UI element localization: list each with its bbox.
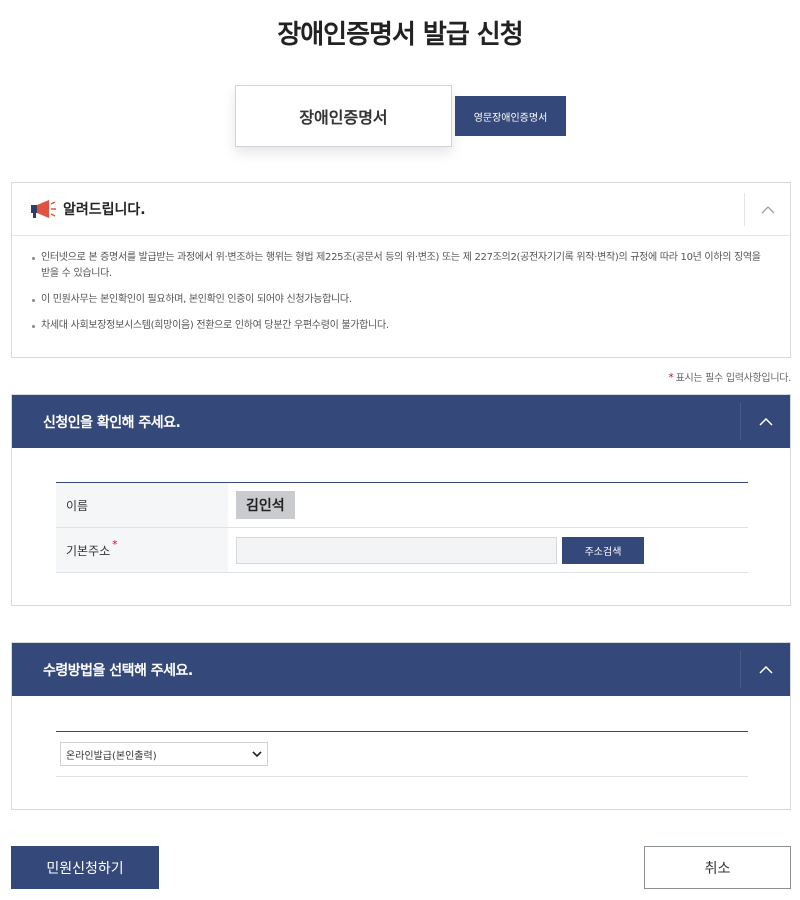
address-value-cell: 주소검색: [228, 536, 644, 564]
chevron-up-icon: [761, 205, 774, 213]
form-row-receive-method: 온라인발급(본인출력): [56, 732, 748, 777]
receive-section-title: 수령방법을 선택해 주세요.: [43, 662, 193, 679]
notice-item: 이 민원사무는 본인확인이 필요하며, 본인확인 인증이 되어야 신청가능합니다…: [32, 292, 770, 308]
notice-item: 차세대 사회보장정보시스템(희망이음) 전환으로 인하여 당분간 우편수령이 불…: [32, 318, 770, 334]
receive-method-select[interactable]: 온라인발급(본인출력): [60, 742, 268, 766]
address-label: 기본주소 *: [56, 528, 228, 572]
receive-section-header: 수령방법을 선택해 주세요.: [12, 643, 790, 696]
notice-title: 알려드립니다.: [63, 202, 146, 218]
receive-section: 수령방법을 선택해 주세요. 온라인발급(본인출력): [11, 642, 791, 810]
applicant-section-toggle[interactable]: [740, 403, 790, 440]
notice-box: 알려드립니다. 인터넷으로 본 증명서를 발급받는 과정에서 위·변조하는 행위…: [11, 182, 791, 358]
submit-application-button[interactable]: 민원신청하기: [11, 846, 159, 889]
chevron-down-icon: [247, 751, 267, 757]
name-value-cell: 김인석: [228, 491, 295, 519]
chevron-up-icon: [758, 665, 773, 674]
chevron-up-icon: [758, 417, 773, 426]
address-label-text: 기본주소: [66, 543, 111, 558]
tab-english-disability-certificate[interactable]: 영문장애인증명서: [455, 96, 566, 136]
receive-method-selected: 온라인발급(본인출력): [66, 750, 157, 762]
required-star: *: [668, 371, 674, 384]
required-star: *: [112, 537, 118, 551]
form-row-name: 이름 김인석: [56, 483, 748, 528]
applicant-section: 신청인을 확인해 주세요. 이름 김인석 기본주소 * 주소검색: [11, 394, 791, 606]
megaphone-icon: [29, 198, 57, 220]
form-row-address: 기본주소 * 주소검색: [56, 528, 748, 573]
applicant-section-header: 신청인을 확인해 주세요.: [12, 395, 790, 448]
page-title: 장애인증명서 발급 신청: [277, 20, 523, 50]
receive-form-table: 온라인발급(본인출력): [56, 731, 748, 777]
name-value: 김인석: [236, 491, 295, 519]
required-note: * 표시는 필수 입력사항입니다.: [668, 369, 791, 384]
tab-disability-certificate[interactable]: 장애인증명서: [235, 85, 452, 147]
cancel-button[interactable]: 취소: [644, 846, 791, 889]
applicant-section-title: 신청인을 확인해 주세요.: [43, 414, 181, 431]
notice-body: 인터넷으로 본 증명서를 발급받는 과정에서 위·변조하는 행위는 형법 제22…: [12, 236, 790, 334]
required-note-text: 표시는 필수 입력사항입니다.: [675, 373, 792, 384]
address-search-button[interactable]: 주소검색: [562, 536, 644, 564]
address-input[interactable]: [236, 536, 557, 564]
notice-header: 알려드립니다.: [12, 183, 790, 236]
receive-section-toggle[interactable]: [740, 651, 790, 688]
applicant-form-table: 이름 김인석 기본주소 * 주소검색: [56, 482, 748, 573]
notice-item: 인터넷으로 본 증명서를 발급받는 과정에서 위·변조하는 행위는 형법 제22…: [32, 250, 770, 282]
notice-collapse-toggle[interactable]: [744, 193, 790, 226]
name-label: 이름: [56, 483, 228, 527]
